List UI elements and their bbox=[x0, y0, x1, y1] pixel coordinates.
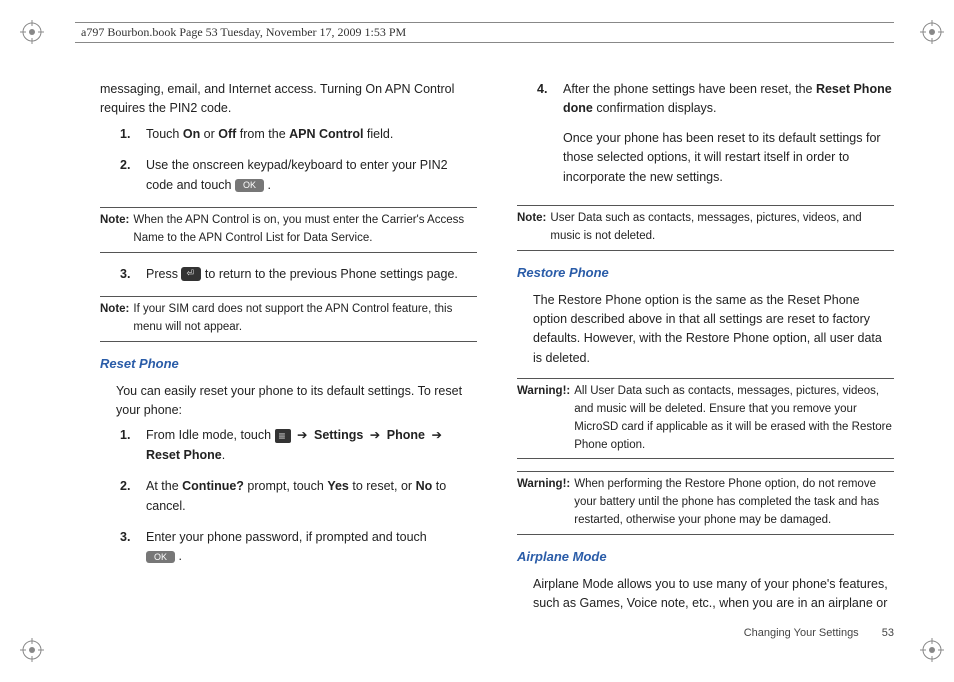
note-block: Note: If your SIM card does not support … bbox=[100, 296, 477, 342]
note-text: If your SIM card does not support the AP… bbox=[133, 301, 477, 337]
corner-ornament-icon bbox=[920, 638, 944, 662]
step-number: 1. bbox=[120, 426, 146, 465]
list-item: 3. Enter your phone password, if prompte… bbox=[100, 528, 477, 567]
warning-block: Warning!: When performing the Restore Ph… bbox=[517, 471, 894, 534]
step-paragraph: Once your phone has been reset to its de… bbox=[563, 129, 894, 187]
restore-paragraph: The Restore Phone option is the same as … bbox=[517, 291, 894, 369]
page-header: a797 Bourbon.book Page 53 Tuesday, Novem… bbox=[75, 22, 894, 43]
page-footer: Changing Your Settings 53 bbox=[744, 625, 894, 642]
back-icon bbox=[181, 267, 201, 281]
page-body: messaging, email, and Internet access. T… bbox=[100, 80, 894, 642]
intro-paragraph: messaging, email, and Internet access. T… bbox=[100, 80, 477, 119]
note-text: When the APN Control is on, you must ent… bbox=[133, 212, 477, 248]
corner-ornament-icon bbox=[20, 20, 44, 44]
footer-section: Changing Your Settings bbox=[744, 627, 859, 639]
step-text: Use the onscreen keypad/keyboard to ente… bbox=[146, 156, 477, 195]
section-heading-reset-phone: Reset Phone bbox=[100, 354, 477, 374]
left-column: messaging, email, and Internet access. T… bbox=[100, 80, 477, 642]
list-item: 3. Press to return to the previous Phone… bbox=[100, 265, 477, 284]
note-label: Note: bbox=[100, 212, 133, 248]
step-text: From Idle mode, touch ➔ Settings ➔ Phone… bbox=[146, 426, 477, 465]
step-number: 2. bbox=[120, 477, 146, 516]
note-block: Note: When the APN Control is on, you mu… bbox=[100, 207, 477, 253]
list-item: 4. After the phone settings have been re… bbox=[517, 80, 894, 193]
step-text: After the phone settings have been reset… bbox=[563, 80, 894, 193]
note-label: Note: bbox=[100, 301, 133, 337]
step-number: 1. bbox=[120, 125, 146, 144]
page-number: 53 bbox=[882, 627, 894, 639]
warning-block: Warning!: All User Data such as contacts… bbox=[517, 378, 894, 459]
step-number: 3. bbox=[120, 528, 146, 567]
list-item: 1. Touch On or Off from the APN Control … bbox=[100, 125, 477, 144]
note-text: User Data such as contacts, messages, pi… bbox=[550, 210, 894, 246]
section-heading-airplane-mode: Airplane Mode bbox=[517, 547, 894, 567]
ok-button-icon: OK bbox=[146, 551, 175, 564]
step-number: 3. bbox=[120, 265, 146, 284]
step-number: 2. bbox=[120, 156, 146, 195]
warning-label: Warning!: bbox=[517, 383, 574, 454]
step-text: Touch On or Off from the APN Control fie… bbox=[146, 125, 477, 144]
menu-icon bbox=[275, 429, 291, 443]
airplane-paragraph: Airplane Mode allows you to use many of … bbox=[517, 575, 894, 614]
warning-text: All User Data such as contacts, messages… bbox=[574, 383, 894, 454]
warning-text: When performing the Restore Phone option… bbox=[574, 476, 894, 529]
list-item: 2. At the Continue? prompt, touch Yes to… bbox=[100, 477, 477, 516]
corner-ornament-icon bbox=[920, 20, 944, 44]
note-label: Note: bbox=[517, 210, 550, 246]
reset-intro: You can easily reset your phone to its d… bbox=[100, 382, 477, 421]
step-text: Press to return to the previous Phone se… bbox=[146, 265, 477, 284]
step-number: 4. bbox=[537, 80, 563, 193]
step-text: Enter your phone password, if prompted a… bbox=[146, 528, 477, 567]
warning-label: Warning!: bbox=[517, 476, 574, 529]
section-heading-restore-phone: Restore Phone bbox=[517, 263, 894, 283]
list-item: 1. From Idle mode, touch ➔ Settings ➔ Ph… bbox=[100, 426, 477, 465]
corner-ornament-icon bbox=[20, 638, 44, 662]
right-column: 4. After the phone settings have been re… bbox=[517, 80, 894, 642]
list-item: 2. Use the onscreen keypad/keyboard to e… bbox=[100, 156, 477, 195]
ok-button-icon: OK bbox=[235, 179, 264, 192]
step-text: At the Continue? prompt, touch Yes to re… bbox=[146, 477, 477, 516]
note-block: Note: User Data such as contacts, messag… bbox=[517, 205, 894, 251]
